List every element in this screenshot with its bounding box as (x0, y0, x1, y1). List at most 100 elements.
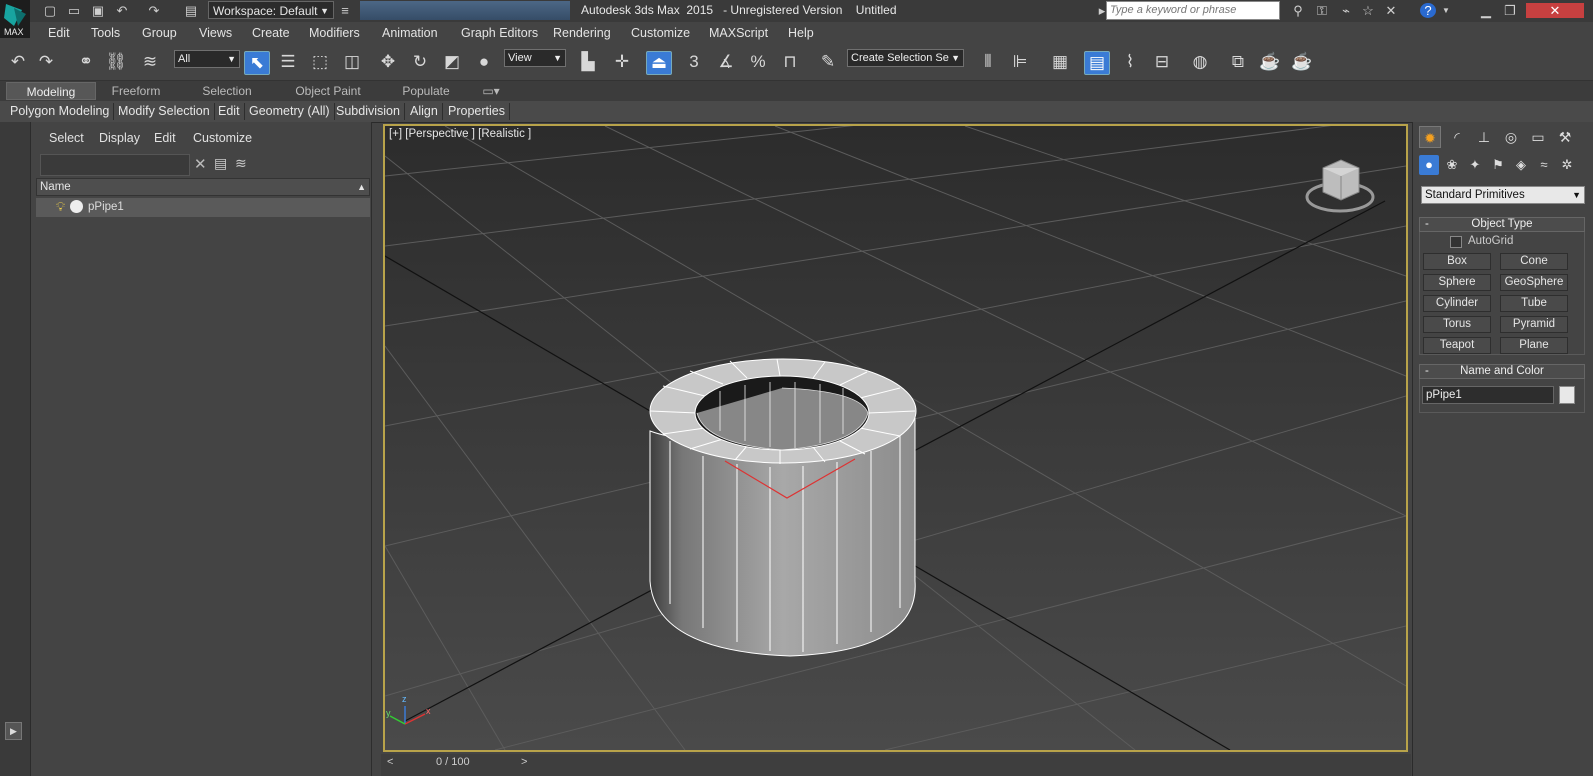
select-object-icon[interactable]: ⬉ (244, 51, 270, 75)
restore-icon[interactable]: ❐ (1502, 3, 1518, 18)
menu-views[interactable]: Views (199, 26, 232, 40)
modify-tab-icon[interactable]: ◜ (1446, 126, 1468, 148)
binoculars-icon[interactable]: ⚲ (1290, 3, 1306, 18)
layer-manager-icon[interactable]: ▦ (1048, 51, 1072, 73)
selection-region-icon[interactable]: ⬚ (308, 51, 332, 73)
expand-play-icon[interactable]: ▶ (5, 722, 22, 740)
tab-selection[interactable]: Selection (182, 82, 272, 100)
spinner-snap-icon[interactable]: ⊓ (778, 51, 802, 73)
save-icon[interactable]: ▣ (90, 3, 106, 18)
plane-button[interactable]: Plane (1500, 337, 1568, 354)
geometry-category-icon[interactable]: ● (1419, 155, 1439, 175)
perspective-viewport[interactable]: [+] [Perspective ] [Realistic ] z x y (383, 124, 1408, 752)
clear-search-icon[interactable]: ✕ (194, 155, 207, 173)
tab-freeform[interactable]: Freeform (98, 82, 174, 100)
explorer-menu-customize[interactable]: Customize (193, 131, 252, 145)
menu-modifiers[interactable]: Modifiers (309, 26, 360, 40)
helpers-category-icon[interactable]: ◈ (1511, 155, 1531, 175)
customize-quick-access-icon[interactable]: ≡ (337, 3, 353, 18)
panel-geometry-all[interactable]: Geometry (All) (245, 103, 335, 120)
pipe-object[interactable] (649, 358, 917, 657)
communication-icon[interactable]: ⌁ (1338, 3, 1354, 18)
app-menu-button[interactable]: MAX (0, 0, 30, 38)
panel-edit[interactable]: Edit (214, 103, 245, 120)
cone-button[interactable]: Cone (1500, 253, 1568, 270)
panel-align[interactable]: Align (406, 103, 443, 120)
named-selection-set-dropdown[interactable]: Create Selection Se ▼ (847, 49, 964, 67)
utilities-tab-icon[interactable]: ⚒ (1554, 126, 1576, 148)
time-slider[interactable]: < 0 / 100 > (381, 754, 1411, 776)
key-icon[interactable]: ⚿ (1314, 3, 1330, 18)
redo-icon[interactable]: ↷ (34, 51, 58, 73)
tube-button[interactable]: Tube (1500, 295, 1568, 312)
create-tab-icon[interactable]: ✹ (1419, 126, 1441, 148)
teapot-button[interactable]: Teapot (1423, 337, 1491, 354)
tab-populate[interactable]: Populate (386, 82, 466, 100)
snaps-toggle-icon[interactable]: 3 (682, 51, 706, 73)
tab-object-paint[interactable]: Object Paint (280, 82, 376, 100)
percent-snap-icon[interactable]: % (746, 51, 770, 73)
display-tab-icon[interactable]: ▭ (1527, 126, 1549, 148)
unlink-icon[interactable]: ⛓ (104, 51, 128, 73)
lightbulb-icon[interactable]: 💡︎ (56, 199, 65, 215)
bind-space-warp-icon[interactable]: ≋ (138, 51, 162, 73)
menu-create[interactable]: Create (252, 26, 290, 40)
object-name-field[interactable]: pPipe1 (1422, 386, 1554, 404)
undo-icon[interactable]: ↶ (6, 51, 30, 73)
keyboard-shortcut-override-icon[interactable]: ⏏ (646, 51, 672, 75)
project-folder-icon[interactable]: ▤ (183, 3, 199, 18)
time-prev-icon[interactable]: < (387, 756, 393, 768)
list-item[interactable]: 💡︎ pPipe1 (36, 198, 370, 217)
scene-explorer-toggle-icon[interactable]: ▤ (1084, 51, 1110, 75)
panel-polygon-modeling[interactable]: Polygon Modeling (6, 103, 115, 120)
object-color-swatch[interactable] (1559, 386, 1575, 404)
panel-properties[interactable]: Properties (444, 103, 510, 120)
exchange-icon[interactable]: ✕ (1383, 3, 1399, 18)
explorer-menu-edit[interactable]: Edit (154, 131, 176, 145)
cameras-category-icon[interactable]: ⚑ (1488, 155, 1508, 175)
hierarchy-tab-icon[interactable]: ⊥ (1473, 126, 1495, 148)
minimize-icon[interactable]: ▁ (1478, 3, 1494, 18)
pivot-center-icon[interactable]: ▙ (576, 51, 600, 73)
curve-editor-icon[interactable]: ⌇ (1118, 51, 1142, 73)
panel-modify-selection[interactable]: Modify Selection (114, 103, 215, 120)
name-and-color-rollout-header[interactable]: - Name and Color (1419, 364, 1585, 379)
selection-filter-dropdown[interactable]: All ▼ (174, 50, 240, 68)
cylinder-button[interactable]: Cylinder (1423, 295, 1491, 312)
undo-icon[interactable]: ↶ (114, 3, 130, 18)
viewport-label[interactable]: [+] [Perspective ] [Realistic ] (389, 128, 531, 140)
window-crossing-icon[interactable]: ◫ (340, 51, 364, 73)
material-editor-icon[interactable]: ◍ (1188, 51, 1212, 73)
open-file-icon[interactable]: ▭ (66, 3, 82, 18)
ribbon-options-icon[interactable]: ▭▾ (476, 82, 506, 100)
menu-group[interactable]: Group (142, 26, 177, 40)
reference-coordinate-dropdown[interactable]: View ▼ (504, 49, 566, 67)
search-input[interactable]: Type a keyword or phrase (1106, 1, 1280, 20)
sphere-button[interactable]: Sphere (1423, 274, 1491, 291)
box-button[interactable]: Box (1423, 253, 1491, 270)
redo-icon[interactable]: ↷ (146, 3, 162, 18)
schematic-view-icon[interactable]: ⊟ (1150, 51, 1174, 73)
help-icon[interactable]: ? (1420, 3, 1436, 18)
mirror-icon[interactable]: ⫴ (976, 51, 1000, 73)
favorites-star-icon[interactable]: ☆ (1360, 3, 1376, 18)
render-setup-icon[interactable]: ⧉ (1226, 51, 1250, 73)
menu-help[interactable]: Help (788, 26, 814, 40)
scale-icon[interactable]: ◩ (440, 51, 464, 73)
new-file-icon[interactable]: ▢ (42, 3, 58, 18)
move-icon[interactable]: ✥ (376, 51, 400, 73)
menu-tools[interactable]: Tools (91, 26, 120, 40)
explorer-menu-select[interactable]: Select (49, 131, 84, 145)
motion-tab-icon[interactable]: ◎ (1500, 126, 1522, 148)
manipulate-icon[interactable]: ✛ (610, 51, 634, 73)
menu-rendering[interactable]: Rendering (553, 26, 611, 40)
explorer-menu-display[interactable]: Display (99, 131, 140, 145)
help-dropdown-icon[interactable]: ▼ (1438, 3, 1454, 18)
tab-modeling[interactable]: Modeling (6, 82, 96, 100)
autogrid-checkbox[interactable] (1450, 236, 1462, 248)
shapes-category-icon[interactable]: ❀ (1442, 155, 1462, 175)
layer-explorer-icon[interactable]: ≋ (235, 155, 247, 172)
explorer-search-input[interactable] (40, 154, 190, 176)
time-next-icon[interactable]: > (521, 756, 527, 768)
explorer-display-icon[interactable]: ▤ (214, 155, 227, 172)
